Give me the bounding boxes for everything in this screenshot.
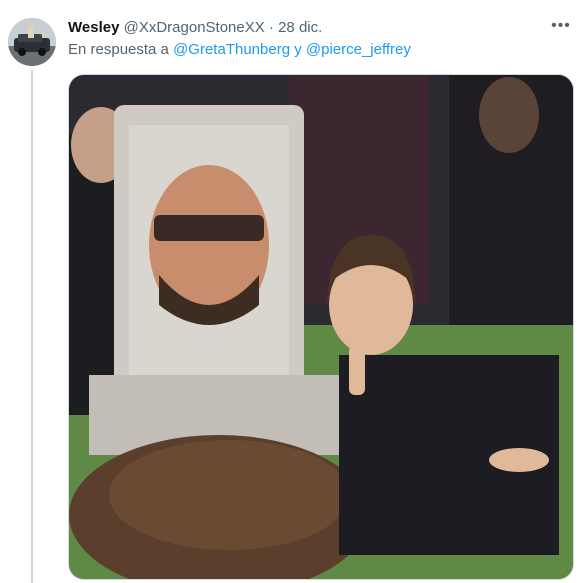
author-avatar[interactable] <box>8 18 56 66</box>
separator-dot: · <box>268 19 274 36</box>
more-options-button[interactable]: ••• <box>548 16 574 38</box>
reply-context: En respuesta a @GretaThunberg y @pierce_… <box>68 40 411 60</box>
meme-photo <box>69 75 573 579</box>
reply-joiner: y <box>294 41 302 58</box>
author-handle[interactable]: @XxDragonStoneXX <box>124 19 265 36</box>
tweet-date[interactable]: 28 dic. <box>278 19 322 36</box>
author-name[interactable]: Wesley <box>68 19 119 36</box>
tweet-media-image[interactable] <box>68 74 574 580</box>
thread-line <box>31 70 33 583</box>
reply-mention-1[interactable]: @GretaThunberg <box>173 41 290 58</box>
reply-prefix: En respuesta a <box>68 41 169 58</box>
more-horizontal-icon: ••• <box>551 17 571 34</box>
tweet-header: Wesley @XxDragonStoneXX · 28 dic. <box>68 18 548 38</box>
avatar-image <box>8 18 56 66</box>
reply-mention-2[interactable]: @pierce_jeffrey <box>306 41 411 58</box>
